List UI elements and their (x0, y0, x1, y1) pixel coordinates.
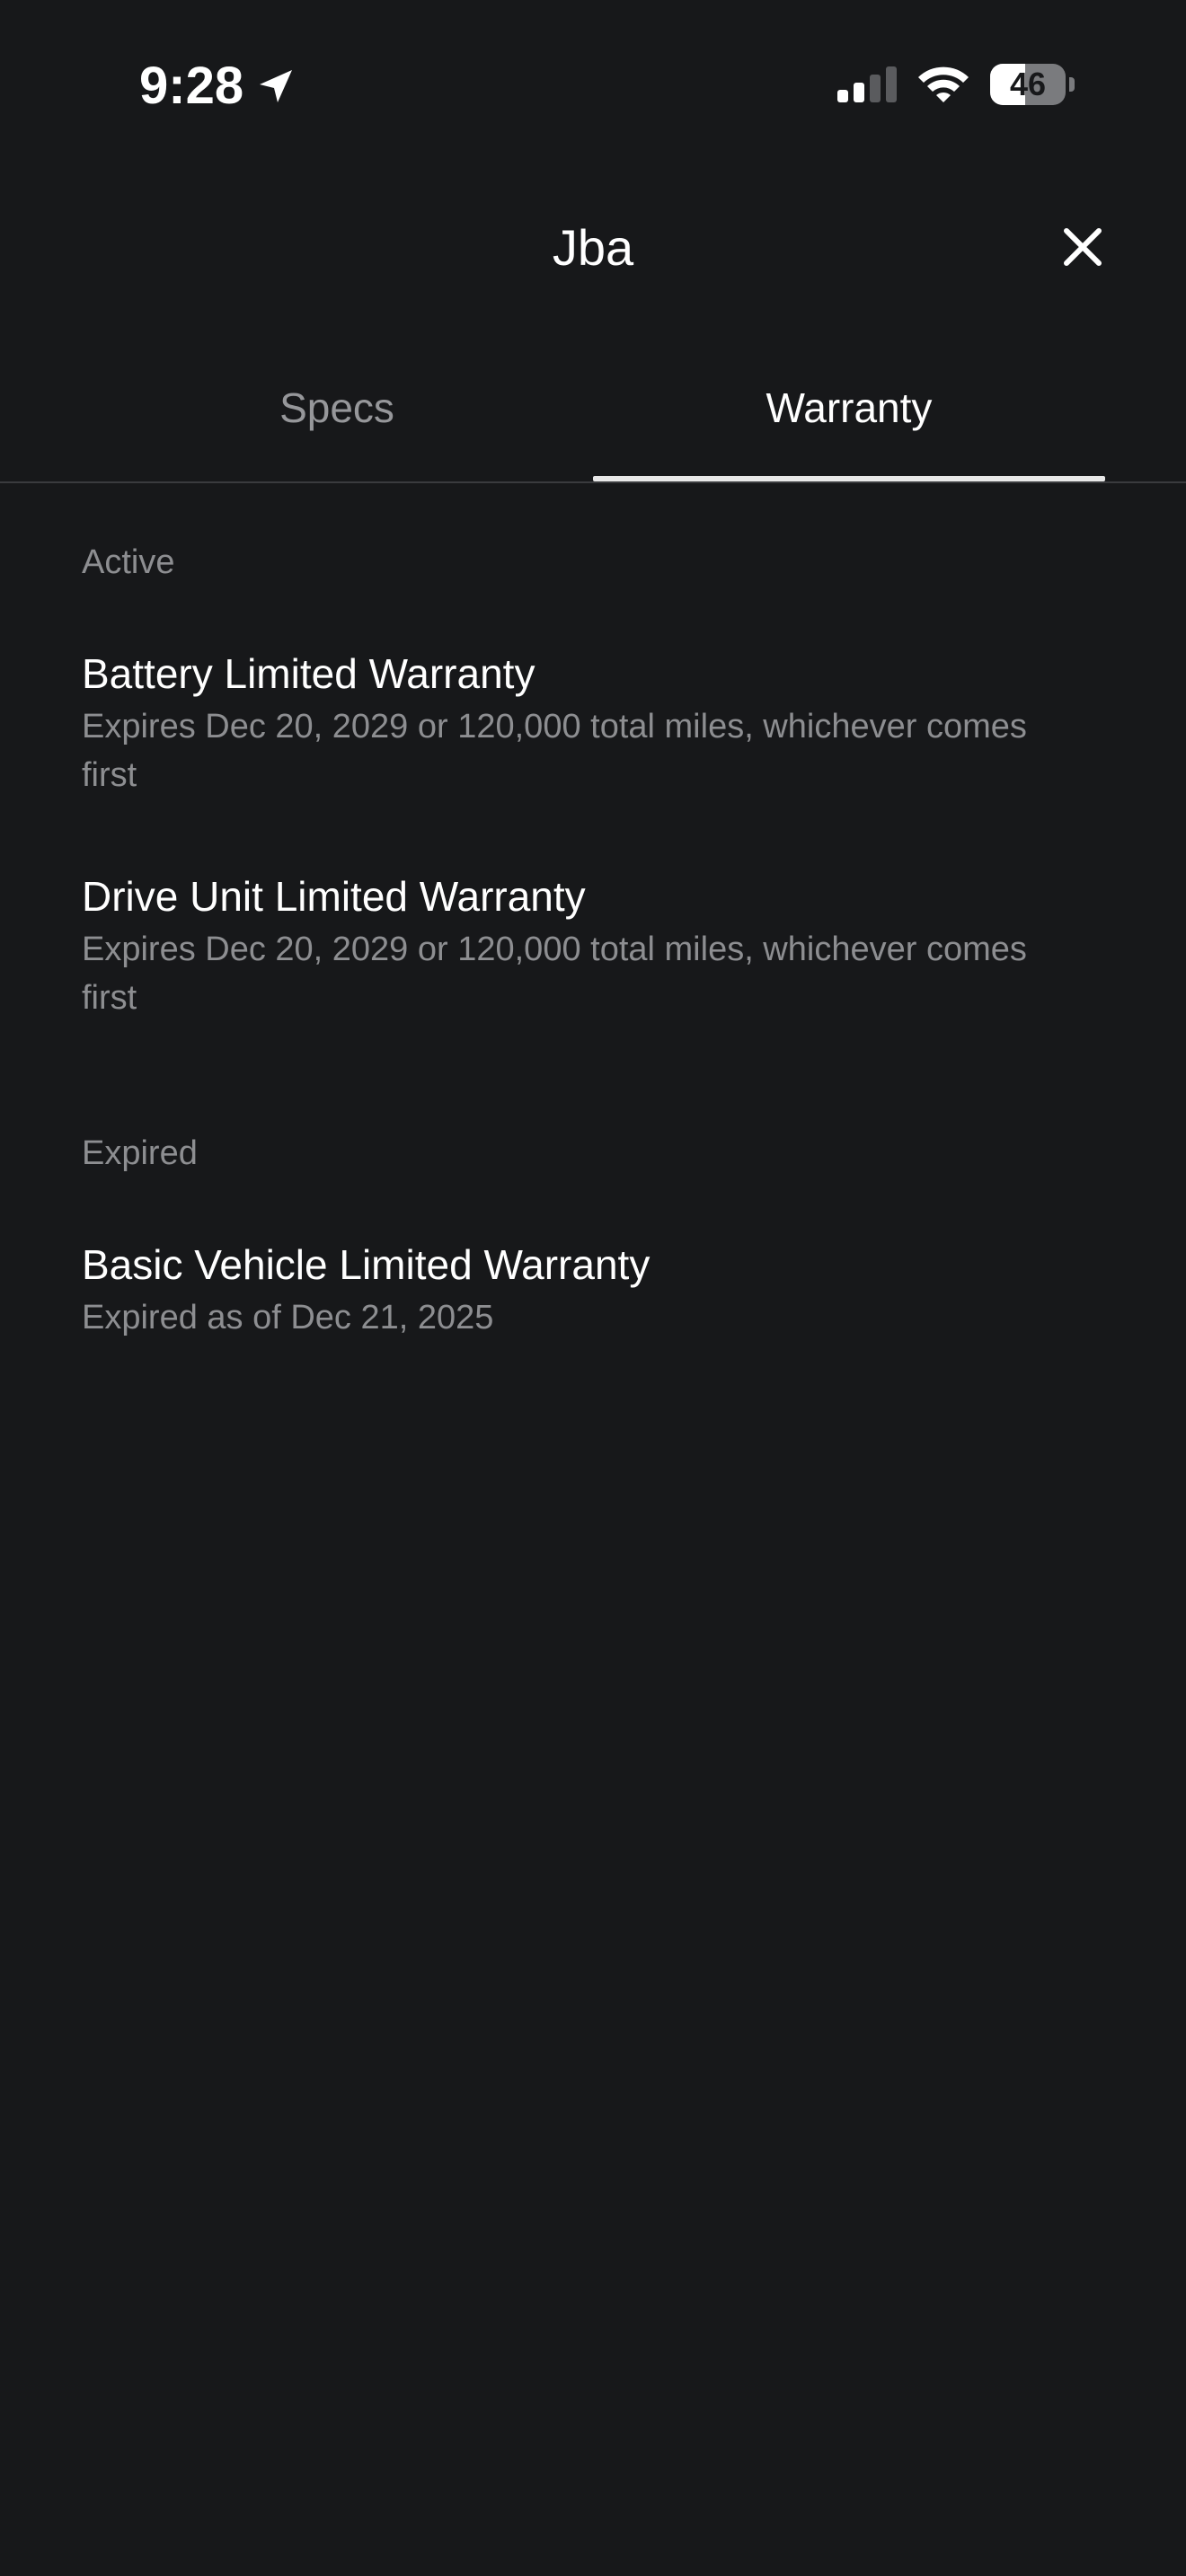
warranty-detail: Expired as of Dec 21, 2025 (82, 1299, 494, 1337)
close-button[interactable] (1051, 217, 1114, 280)
status-time: 9:28 (139, 57, 244, 115)
warranty-detail: Expires Dec 20, 2029 or 120,000 total mi… (82, 931, 1027, 1017)
warranty-detail: Expires Dec 20, 2029 or 120,000 total mi… (82, 708, 1027, 794)
tab-warranty-label: Warranty (766, 384, 933, 431)
battery-nub (1069, 77, 1075, 92)
wifi-icon (915, 63, 972, 106)
warranty-title: Battery Limited Warranty (82, 650, 535, 697)
tabs-divider (0, 481, 1186, 483)
expired-section: Expired Basic Vehicle Limited Warranty E… (82, 1130, 1124, 1342)
active-section: Active Battery Limited Warranty Expires … (82, 539, 1124, 1022)
warranty-item-drive-unit: Drive Unit Limited Warranty Expires Dec … (82, 869, 1124, 1022)
clock-group: 9:28 (139, 57, 297, 115)
cellular-signal-icon (836, 63, 900, 106)
page-title: Jba (552, 219, 634, 276)
section-label-active: Active (82, 543, 175, 581)
battery-icon: 46 (990, 64, 1075, 105)
warranty-item-basic-vehicle: Basic Vehicle Limited Warranty Expired a… (82, 1238, 1124, 1342)
tab-bar: Specs Warranty (0, 368, 1186, 483)
section-label-expired: Expired (82, 1134, 198, 1172)
tab-warranty[interactable]: Warranty (593, 368, 1105, 480)
status-indicators: 46 (836, 63, 1075, 106)
warranty-item-battery: Battery Limited Warranty Expires Dec 20,… (82, 647, 1124, 799)
warranty-title: Basic Vehicle Limited Warranty (82, 1241, 651, 1288)
status-bar: 9:28 46 (0, 0, 1186, 171)
battery-percent: 46 (1009, 66, 1047, 102)
warranty-content: Active Battery Limited Warranty Expires … (82, 539, 1124, 1342)
close-icon[interactable] (1061, 225, 1104, 273)
tab-specs[interactable]: Specs (81, 368, 593, 480)
warranty-title: Drive Unit Limited Warranty (82, 873, 586, 920)
location-arrow-icon (254, 65, 297, 108)
tab-specs-label: Specs (279, 384, 394, 431)
